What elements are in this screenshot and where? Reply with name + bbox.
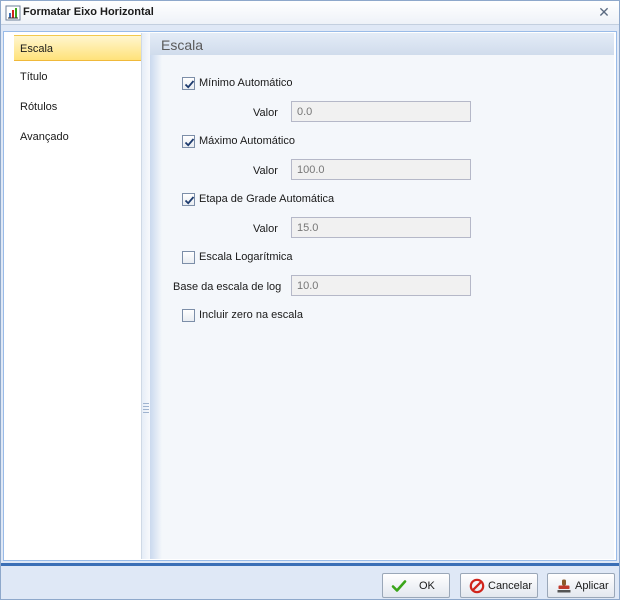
- ok-button-label: OK: [419, 580, 435, 592]
- checkmark-icon: [184, 138, 195, 147]
- checkmark-icon: [391, 580, 407, 592]
- min-auto-label: Mínimo Automático: [199, 77, 293, 89]
- cancel-button-label: Cancelar: [488, 580, 533, 592]
- scale-panel: Escala Mínimo Automático Valor 0.0 Máxim…: [150, 33, 614, 559]
- max-auto-label: Máximo Automático: [199, 135, 295, 147]
- apply-button[interactable]: Aplicar: [547, 573, 615, 598]
- chart-axis-icon: [5, 5, 21, 21]
- max-value-label: Valor: [253, 165, 278, 177]
- grid-auto-checkbox[interactable]: [182, 193, 195, 206]
- panel-header: Escala: [150, 33, 614, 55]
- grid-auto-label: Etapa de Grade Automática: [199, 193, 335, 205]
- panel-splitter[interactable]: [142, 33, 150, 559]
- checkmark-icon: [184, 80, 195, 89]
- log-base-label: Base da escala de log: [173, 281, 282, 293]
- nav-item-label: Rótulos: [20, 101, 58, 113]
- panel-title: Escala: [161, 37, 204, 53]
- category-nav: Escala Título Rótulos Avançado: [14, 33, 142, 559]
- dialog-footer: OK Cancelar Aplicar: [1, 563, 619, 599]
- min-value-input[interactable]: [291, 101, 471, 122]
- cancel-button[interactable]: Cancelar: [460, 573, 538, 598]
- include-zero-label: Incluir zero na escala: [199, 309, 303, 321]
- dialog-title: Formatar Eixo Horizontal: [23, 6, 154, 18]
- nav-item-escala[interactable]: Escala: [14, 35, 141, 61]
- format-axis-dialog: Formatar Eixo Horizontal ✕ Escala Título…: [0, 0, 620, 600]
- nav-item-rotulos[interactable]: Rótulos: [14, 94, 141, 120]
- dialog-body: Escala Título Rótulos Avançado Escala Mí…: [3, 31, 617, 561]
- stamp-icon: [557, 579, 571, 593]
- ok-button[interactable]: OK: [382, 573, 450, 598]
- cancel-icon: [469, 578, 485, 594]
- log-scale-checkbox[interactable]: [182, 251, 195, 264]
- nav-item-label: Avançado: [20, 131, 69, 143]
- nav-item-label: Título: [20, 71, 48, 83]
- min-auto-checkbox[interactable]: [182, 77, 195, 90]
- max-value-input[interactable]: [291, 159, 471, 180]
- grid-value-label: Valor: [253, 223, 278, 235]
- nav-item-label: Escala: [20, 43, 54, 55]
- nav-item-avancado[interactable]: Avançado: [14, 124, 141, 150]
- log-scale-label: Escala Logarítmica: [199, 251, 293, 263]
- nav-item-titulo[interactable]: Título: [14, 64, 141, 90]
- max-auto-checkbox[interactable]: [182, 135, 195, 148]
- panel-content: Mínimo Automático Valor Máximo Automátic…: [150, 55, 614, 559]
- apply-button-label: Aplicar: [575, 580, 609, 592]
- grid-value-input[interactable]: [291, 217, 471, 238]
- checkmark-icon: [184, 196, 195, 205]
- log-base-input[interactable]: [291, 275, 471, 296]
- splitter-grip-icon[interactable]: [143, 403, 149, 417]
- close-icon[interactable]: ✕: [597, 5, 611, 19]
- include-zero-checkbox[interactable]: [182, 309, 195, 322]
- min-value-label: Valor: [253, 107, 278, 119]
- title-bar[interactable]: Formatar Eixo Horizontal ✕: [1, 1, 619, 25]
